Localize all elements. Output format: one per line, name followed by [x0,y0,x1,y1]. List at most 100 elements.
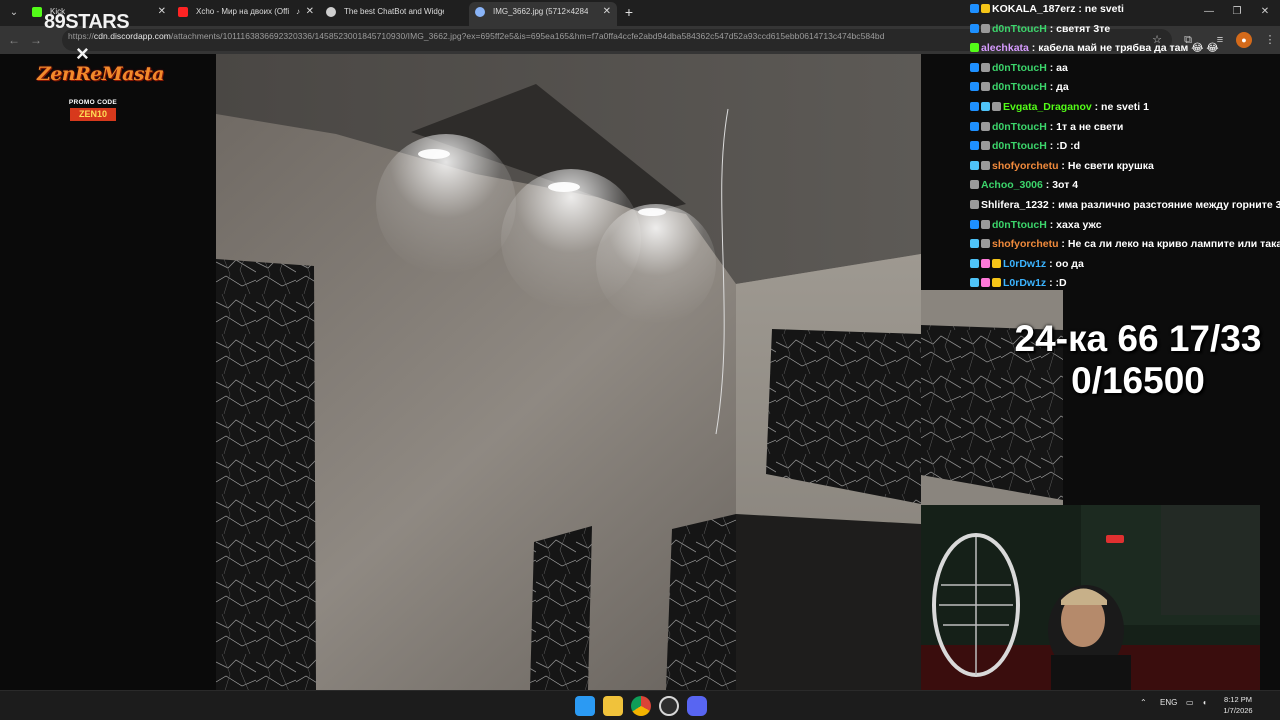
chat-badge-icon [981,160,990,170]
webcam-feed [921,505,1260,690]
displayed-photo [216,54,921,690]
tab-image-active[interactable]: IMG_3662.jpg (5712×4284) ✕ [469,2,617,26]
discord-icon[interactable] [687,696,707,716]
chat-badge-icon [981,141,990,151]
tab-chatbot[interactable]: The best ChatBot and Widgets [320,2,468,26]
chat-separator: : [1046,277,1056,290]
chat-message: d0nTtoucH : да [970,79,1280,99]
file-explorer-icon[interactable] [603,696,623,716]
promo-code: ZEN10 [70,108,116,121]
chat-badges [970,239,992,255]
chat-badge-icon [981,121,990,131]
chat-username[interactable]: KOKALA_187erz [992,3,1075,15]
tab-close-icon[interactable]: ✕ [158,2,166,22]
chat-message: KOKALA_187erz : ne sveti [970,1,1280,21]
tab-title: Xcho - Мир на двоих (Offi [196,7,290,16]
chat-separator: : [1046,218,1057,231]
chat-message-text: 1т а не свети [1056,120,1124,133]
chat-badge-icon [970,23,979,33]
chat-message: alechkata : кабела май не трябва да там … [970,40,1280,60]
chat-badge-icon [970,82,979,92]
chat-separator: : [1046,140,1057,153]
chat-badge-icon [970,101,979,111]
tab-search-chevron-icon[interactable]: ⌄ [6,5,22,21]
chat-message-text: Не са ли леко на криво лампите или така … [1067,238,1280,251]
counter-line-1: 24-ка 66 17/33 [1014,318,1262,359]
chat-badges [970,258,1003,275]
chat-username[interactable]: d0nTtoucH [992,81,1047,93]
chat-badge-icon [981,23,990,33]
tab-close-icon[interactable]: ✕ [603,2,611,22]
chat-username[interactable]: d0nTtoucH [992,121,1047,133]
chat-badges [970,62,992,79]
chat-message: d0nTtoucH : аа [970,60,1280,80]
chat-message-text: ne sveti 1 [1101,100,1149,113]
chat-badge-icon [981,219,990,229]
tab-title: IMG_3662.jpg (5712×4284) [493,7,588,16]
chat-badge-icon [970,258,979,268]
chat-badge-icon [992,278,1001,288]
audio-playing-icon[interactable]: ♪ [296,2,300,22]
chat-badge-icon [981,278,990,288]
chat-badges [970,4,992,20]
tab-youtube[interactable]: Xcho - Мир на двоих (Offi ♪ ✕ [172,2,320,26]
webcam-drawing [921,505,1260,690]
volume-icon[interactable]: ◖ [1202,698,1207,707]
chat-message: d0nTtoucH : хаха ужс [970,217,1280,237]
obs-icon[interactable] [659,696,679,716]
language-indicator[interactable]: ENG [1160,698,1177,707]
globe-favicon-icon [475,7,485,17]
chat-badges [970,23,992,40]
chat-username[interactable]: d0nTtoucH [992,140,1047,152]
chat-badge-icon [981,4,990,13]
taskbar-clock[interactable]: 8:12 PM 1/7/2026 [1218,694,1258,716]
url-path: /attachments/1011163836692320336/1458523… [170,31,885,41]
chat-badge-icon [981,101,990,111]
chat-username[interactable]: shofyorchetu [992,238,1059,250]
chat-badge-icon [970,219,979,229]
chat-username[interactable]: d0nTtoucH [992,62,1047,74]
new-tab-plus-icon[interactable]: + [622,4,636,20]
chat-badge-icon [970,43,979,53]
back-arrow-icon[interactable]: ← [6,32,22,48]
tray-chevron-icon[interactable]: ⌃ [1140,698,1147,707]
chat-message-text: :D [1055,277,1067,290]
chat-badges [970,278,1003,294]
chat-badge-icon [992,101,1001,111]
windows-start-icon[interactable] [575,696,595,716]
chat-badge-icon [970,180,979,190]
chat-badges [970,180,981,196]
chat-badge-icon [992,258,1001,268]
chat-message: L0rDw1z : :D [970,275,1280,295]
chat-message-text: оо да [1055,257,1084,270]
sponsor-stars-text: 89STARS [44,11,130,33]
chat-badge-icon [970,160,979,170]
url-text[interactable]: https://cdn.discordapp.com/attachments/1… [68,31,884,41]
chat-username[interactable]: Evgata_Draganov [1003,101,1092,113]
network-icon[interactable]: ▭ [1186,698,1194,707]
chat-username[interactable]: alechkata [981,42,1029,54]
chat-badge-icon [981,258,990,268]
chat-separator: : [1091,100,1102,113]
chat-message: Evgata_Draganov : ne sveti 1 [970,99,1280,119]
chat-message: Achoo_3006 : 3от 4 [970,177,1280,197]
chat-message: d0nTtoucH : светят 3те [970,21,1280,41]
chat-username[interactable]: L0rDw1z [1003,258,1046,270]
tab-close-icon[interactable]: ✕ [306,2,314,22]
chat-message-text: има различно разстояние между горните 3 [1058,198,1280,211]
chat-separator: : [1046,81,1057,94]
chat-badge-icon [970,121,979,131]
chat-message-text: :D :d [1056,140,1081,153]
chat-badge-icon [981,239,990,249]
chat-badges [970,101,1003,118]
windows-taskbar: ⌃ ENG ▭ ◖ 8:12 PM 1/7/2026 [0,690,1280,720]
chat-badge-icon [970,278,979,288]
chat-username[interactable]: Shlifera_1232 [981,199,1049,211]
chat-username[interactable]: Achoo_3006 [981,179,1043,191]
chrome-icon[interactable] [631,696,651,716]
chat-username[interactable]: d0nTtoucH [992,23,1047,35]
chat-username[interactable]: L0rDw1z [1003,277,1046,289]
chat-badges [970,141,992,157]
chat-username[interactable]: shofyorchetu [992,160,1059,172]
chat-username[interactable]: d0nTtoucH [992,219,1047,231]
